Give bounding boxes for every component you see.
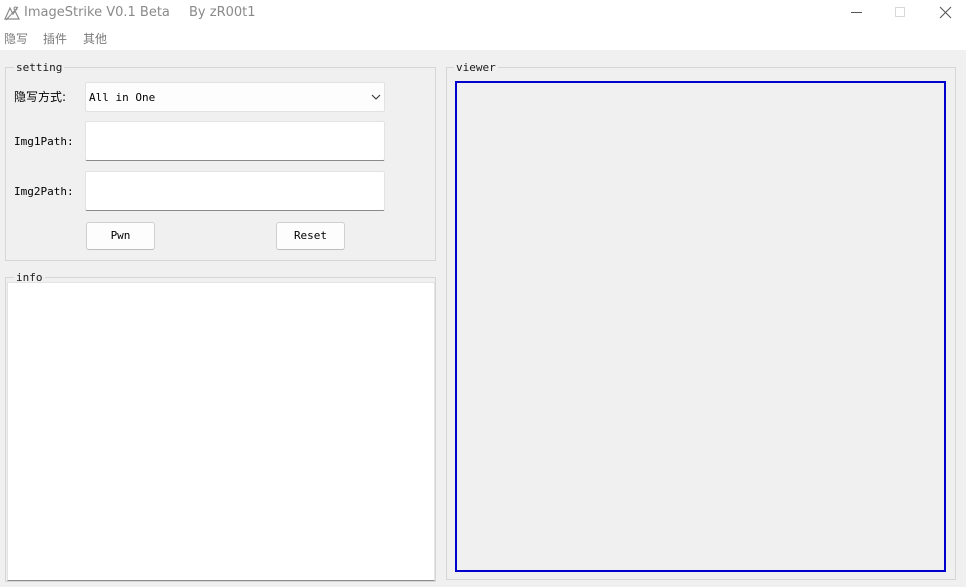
method-select[interactable]: All in One xyxy=(85,82,385,112)
image-viewer-canvas[interactable] xyxy=(455,81,946,572)
minimize-button[interactable] xyxy=(834,0,880,26)
close-button[interactable] xyxy=(922,0,966,26)
img1-path-input[interactable] xyxy=(85,121,385,161)
image-strike-app-icon xyxy=(4,5,20,21)
window-title: ImageStrike V0.1 Beta xyxy=(24,5,170,20)
img2-path-input[interactable] xyxy=(85,171,385,211)
menu-other[interactable]: 其他 xyxy=(83,31,107,47)
chevron-down-icon xyxy=(371,94,381,100)
setting-group-title: setting xyxy=(14,61,65,74)
minimize-icon xyxy=(851,12,862,13)
close-icon xyxy=(939,6,952,19)
image-strike-window: ImageStrike V0.1 Beta By zR00t1 隐写 插件 其他… xyxy=(0,0,966,587)
img1-path-label: Img1Path: xyxy=(14,135,74,148)
title-bar[interactable]: ImageStrike V0.1 Beta By zR00t1 xyxy=(0,0,966,26)
menu-plugins[interactable]: 插件 xyxy=(43,31,67,47)
viewer-group-title: viewer xyxy=(454,61,498,74)
maximize-button[interactable] xyxy=(878,0,924,26)
info-output-textarea[interactable] xyxy=(7,282,435,581)
menu-bar: 隐写 插件 其他 xyxy=(0,26,966,50)
pwn-button[interactable]: Pwn xyxy=(86,222,155,250)
menu-steganography[interactable]: 隐写 xyxy=(4,31,28,47)
reset-button[interactable]: Reset xyxy=(276,222,345,250)
method-select-value: All in One xyxy=(89,91,156,104)
maximize-icon xyxy=(895,7,905,17)
window-author: By zR00t1 xyxy=(189,5,256,20)
img2-path-label: Img2Path: xyxy=(14,185,74,198)
method-label: 隐写方式: xyxy=(14,90,67,104)
